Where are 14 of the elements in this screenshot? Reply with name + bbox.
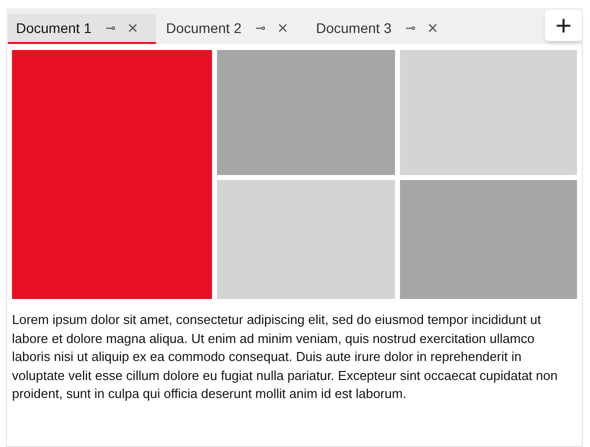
pin-icon[interactable]: ⊸ — [105, 19, 116, 37]
body-paragraph: Lorem ipsum dolor sit amet, consectetur adipiscing elit, sed do eiusmod tempor incididunt ut labore et dolore magna aliqua. Ut enim ad minim veniam, quis nostrud exercitation ullamco laboris nisi ut aliquip ex ea commodo consequat. Duis aute irure dolor in reprehenderit in voluptate velit esse cillum dolore eu fugiat nulla pariatur. Excepteur sint occaecat cupidatat non proident, sunt in culpa qui officia deserunt mollit anim id est laborum. — [12, 311, 559, 403]
close-icon[interactable]: × — [277, 19, 288, 37]
document-tab[interactable]: Document 1 ⊸ × — [8, 14, 156, 44]
close-icon[interactable]: × — [127, 19, 138, 37]
tab-label: Document 1 — [16, 18, 92, 38]
tab-label: Document 2 — [166, 18, 242, 38]
close-icon[interactable]: × — [427, 19, 438, 37]
document-tab[interactable]: Document 3 ⊸ × — [308, 14, 456, 44]
pin-icon[interactable]: ⊸ — [255, 19, 266, 37]
add-tab-button[interactable]: + — [545, 10, 582, 41]
tab-label: Document 3 — [316, 18, 392, 38]
pin-icon[interactable]: ⊸ — [405, 19, 416, 37]
document-tab[interactable]: Document 2 ⊸ × — [158, 14, 306, 44]
